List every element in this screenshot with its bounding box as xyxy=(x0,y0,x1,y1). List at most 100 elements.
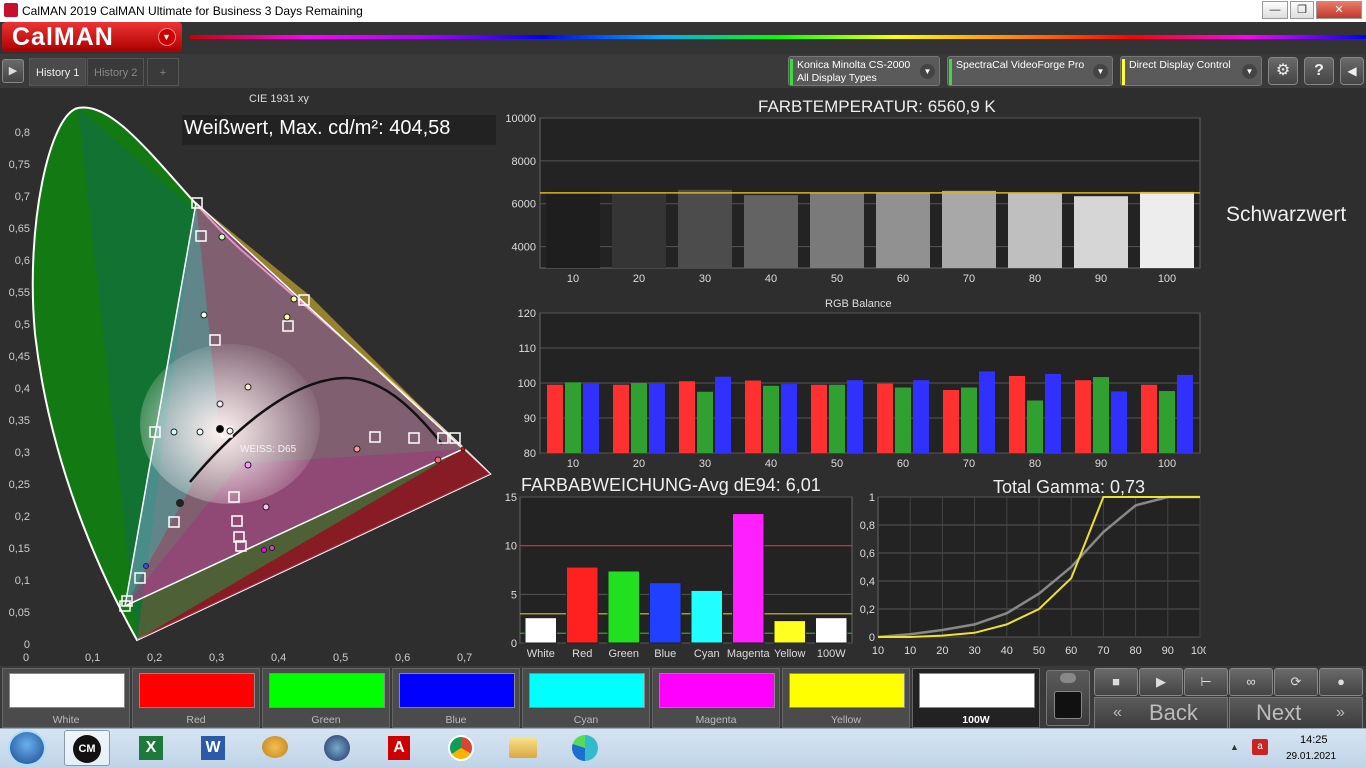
help-icon[interactable]: ? xyxy=(1304,57,1334,85)
swatch-100w[interactable]: 100W xyxy=(912,668,1040,728)
swatch-yellow[interactable]: Yellow xyxy=(782,668,910,728)
calman-logo-menu[interactable]: CalMAN ▼ xyxy=(2,22,182,52)
stop-capture-button[interactable] xyxy=(1046,670,1090,726)
step-icon[interactable]: ⊢ xyxy=(1184,668,1228,696)
record-icon[interactable]: ● xyxy=(1319,668,1363,696)
green-bar xyxy=(1093,377,1109,453)
cie-y-tick: 0,25 xyxy=(8,479,30,491)
refresh-icon[interactable]: ⟳ xyxy=(1274,668,1318,696)
chevron-down-icon: ▼ xyxy=(1093,64,1108,79)
taskbar-pdf-icon[interactable]: A xyxy=(376,730,422,766)
collapse-left-icon[interactable]: ◀ xyxy=(1340,57,1364,85)
device-meter-name: Konica Minolta CS-2000 xyxy=(797,59,911,71)
taskbar-excel-icon[interactable]: X xyxy=(128,730,174,766)
temp-bar xyxy=(546,191,600,268)
taskbar-edge-icon[interactable] xyxy=(562,730,608,766)
x-tick-label: Cyan xyxy=(694,648,720,660)
chevron-down-icon: ▼ xyxy=(1242,64,1257,79)
menu-dropdown-icon: ▼ xyxy=(158,28,176,46)
y-tick-label: 0,4 xyxy=(860,576,875,588)
temp-bar xyxy=(810,193,864,268)
x-tick-label: 50 xyxy=(831,458,843,470)
swatch-label: White xyxy=(52,714,80,726)
settings-gear-icon[interactable]: ⚙ xyxy=(1268,57,1298,85)
back-arrow-icon: « xyxy=(1113,704,1122,721)
taskbar-word-icon[interactable]: W xyxy=(190,730,236,766)
taskbar-paint-icon[interactable] xyxy=(252,730,298,766)
tab-history-2[interactable]: History 2 xyxy=(87,58,145,86)
swatch-color xyxy=(269,673,385,708)
blue-bar xyxy=(715,376,731,453)
device-meter[interactable]: Konica Minolta CS-2000 All Display Types… xyxy=(788,56,940,86)
back-button[interactable]: « Back xyxy=(1094,697,1228,729)
x-tick-label: White xyxy=(527,648,555,660)
temp-bar xyxy=(744,195,798,268)
device-source[interactable]: SpectraCal VideoForge Pro ▼ xyxy=(947,56,1113,86)
device-display-name: Direct Display Control xyxy=(1129,59,1231,71)
tab-history-1[interactable]: History 1 xyxy=(29,58,87,86)
red-bar xyxy=(877,383,893,453)
green-bar xyxy=(961,387,977,453)
deltae-bar xyxy=(773,620,806,644)
tray-expand-icon[interactable]: ▲ xyxy=(1230,742,1239,752)
swatch-label: Green xyxy=(311,714,341,726)
swatch-magenta[interactable]: Magenta xyxy=(652,668,780,728)
swatch-white[interactable]: White xyxy=(2,668,130,728)
swatch-cyan[interactable]: Cyan xyxy=(522,668,650,728)
minimize-button[interactable]: — xyxy=(1262,1,1288,19)
taskbar-calman-icon[interactable]: CM xyxy=(64,730,110,766)
x-tick-label: 30 xyxy=(699,458,711,470)
x-tick-label: 10 xyxy=(904,645,916,657)
y-tick-label: 5 xyxy=(511,589,517,601)
swatch-blue[interactable]: Blue xyxy=(392,668,520,728)
swatch-green[interactable]: Green xyxy=(262,668,390,728)
cie-y-tick: 0,45 xyxy=(8,351,30,363)
back-label: Back xyxy=(1149,700,1198,725)
x-tick-label: 50 xyxy=(1033,645,1045,657)
cie-x-tick: 0,4 xyxy=(271,652,287,664)
blue-bar xyxy=(979,371,995,453)
device-meter-type: All Display Types xyxy=(797,72,877,84)
temp-bar xyxy=(942,190,996,268)
swatch-color xyxy=(659,673,775,708)
add-tab-button[interactable]: + xyxy=(147,58,179,86)
loop-icon[interactable]: ∞ xyxy=(1229,668,1273,696)
swatch-color xyxy=(139,673,255,708)
taskbar-thunderbird-icon[interactable] xyxy=(314,730,360,766)
swatch-color xyxy=(789,673,905,708)
device-source-name: SpectraCal VideoForge Pro xyxy=(956,59,1085,71)
taskbar-explorer-icon[interactable] xyxy=(500,730,546,766)
play-icon[interactable]: ▶ xyxy=(1139,668,1183,696)
cie-x-tick: 0,7 xyxy=(457,652,473,664)
cie-y-tick: 0,05 xyxy=(8,607,30,619)
restore-button[interactable]: ❐ xyxy=(1290,1,1314,19)
cie-y-tick: 0,75 xyxy=(8,159,30,171)
temp-bar xyxy=(1008,193,1062,268)
blue-bar xyxy=(847,380,863,453)
swatch-red[interactable]: Red xyxy=(132,668,260,728)
swatch-label: Yellow xyxy=(831,714,861,726)
start-button[interactable] xyxy=(8,730,46,766)
green-bar xyxy=(631,383,647,453)
taskbar-chrome-icon[interactable] xyxy=(438,730,484,766)
cie-y-tick: 0 xyxy=(23,639,30,651)
green-bar xyxy=(1159,391,1175,453)
green-bar xyxy=(763,385,779,453)
close-button[interactable]: ✕ xyxy=(1316,1,1362,19)
x-tick-label: 100 xyxy=(1158,458,1176,470)
device-display[interactable]: Direct Display Control ▼ xyxy=(1120,56,1262,86)
white-point-label: WEISS: D65 xyxy=(240,444,297,455)
x-tick-label: Red xyxy=(572,648,592,660)
play-sidebar-icon[interactable]: ▶ xyxy=(2,59,24,83)
next-button[interactable]: Next » xyxy=(1229,697,1363,729)
cie-x-tick: 0,1 xyxy=(85,652,101,664)
x-tick-label: 80 xyxy=(1129,645,1141,657)
cie-y-tick: 0,7 xyxy=(14,191,30,203)
tray-antivirus-icon[interactable]: a xyxy=(1252,739,1268,755)
x-tick-label: 80 xyxy=(1029,273,1041,285)
x-tick-label: 50 xyxy=(831,273,843,285)
cie-chart: WEISS: D65 xyxy=(31,104,497,642)
gamma-chart: 10,80,60,40,2010203040506070809010010 xyxy=(860,492,1206,657)
stop-icon[interactable]: ■ xyxy=(1094,668,1138,696)
y-tick-label: 0,8 xyxy=(860,520,875,532)
